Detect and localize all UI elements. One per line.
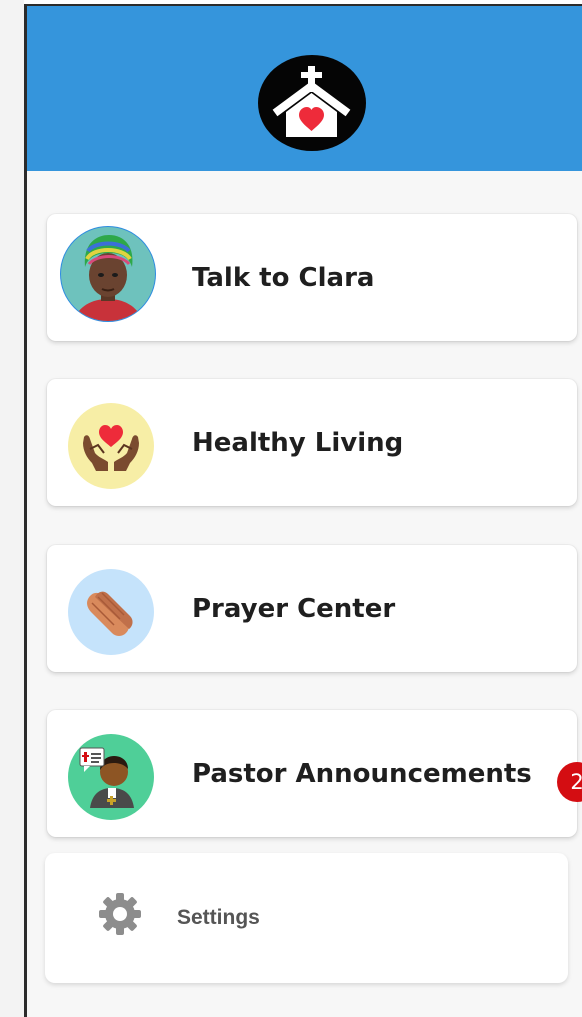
menu-item-healthy-living[interactable]: Healthy Living <box>47 379 577 506</box>
menu-item-prayer-center[interactable]: Prayer Center <box>47 545 577 672</box>
window-edge <box>0 0 24 1017</box>
menu-item-label: Talk to Clara <box>192 262 375 293</box>
menu-item-label: Healthy Living <box>192 427 404 458</box>
menu-item-talk-to-clara[interactable]: Talk to Clara <box>47 214 577 341</box>
menu-item-label: Pastor Announcements <box>192 758 532 789</box>
praying-hands-icon <box>68 569 154 655</box>
settings-button[interactable]: Settings <box>45 853 568 983</box>
church-heart-icon[interactable] <box>258 55 366 151</box>
app-screen: Talk to Clara Healthy Living Prayer Cent… <box>24 4 582 1017</box>
settings-label: Settings <box>177 906 260 929</box>
notification-badge: 2 <box>557 762 582 802</box>
clara-avatar-icon <box>59 225 157 323</box>
menu-item-label: Prayer Center <box>192 593 396 624</box>
menu-item-pastor-announcements[interactable]: Pastor Announcements 2 <box>47 710 582 837</box>
heart-hands-icon <box>68 403 154 489</box>
pastor-icon <box>68 734 154 820</box>
gear-icon <box>97 891 143 937</box>
app-header <box>27 6 582 171</box>
